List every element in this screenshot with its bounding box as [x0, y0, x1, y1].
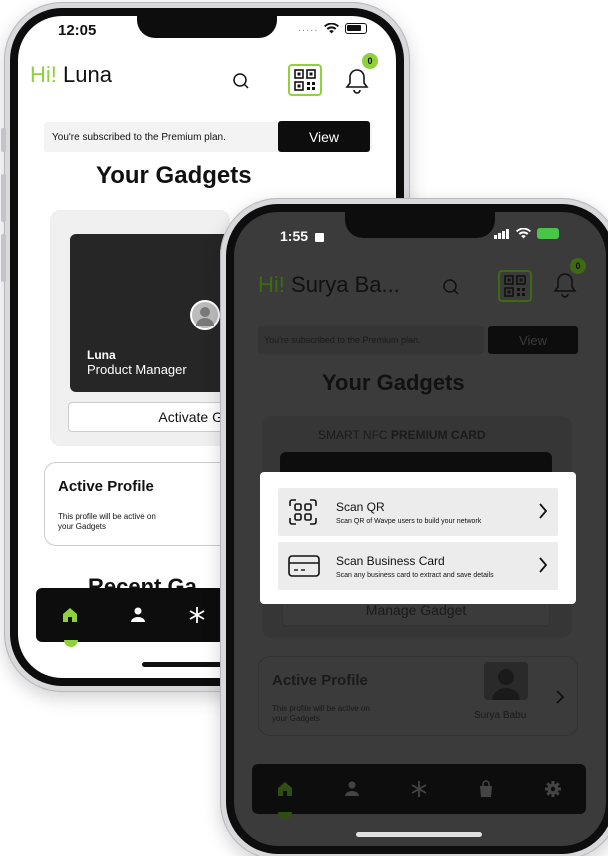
active-profile-description: This profile will be active on your Gadg…: [58, 512, 156, 532]
search-icon[interactable]: [228, 68, 254, 94]
signal-icon: [494, 228, 509, 239]
chevron-right-icon[interactable]: [552, 686, 568, 708]
activate-gadget-button[interactable]: Activate G: [68, 402, 230, 432]
greeting-hi: Hi!: [30, 62, 57, 87]
home-icon: [63, 608, 77, 622]
user-icon: [345, 781, 360, 796]
screen-record-icon: [314, 232, 324, 242]
battery-charging-icon: [537, 228, 559, 239]
status-icons: [494, 228, 559, 239]
card-name: Luna: [87, 348, 116, 362]
status-time: 1:55: [280, 228, 324, 244]
nav-connect[interactable]: [172, 588, 222, 642]
home-indicator: [142, 662, 230, 667]
scan-business-card-description: Scan any business card to extract and sa…: [336, 571, 494, 579]
view-plan-button[interactable]: View: [488, 326, 578, 354]
qr-code-icon[interactable]: [498, 270, 532, 302]
volume-up-button: [1, 174, 6, 222]
business-card-icon: [288, 555, 320, 577]
snowflake-icon: [189, 607, 205, 623]
nav-shop[interactable]: [477, 780, 495, 798]
mute-switch: [1, 128, 6, 152]
scan-business-card-option[interactable]: Scan Business Card Scan any business car…: [278, 542, 558, 590]
search-icon[interactable]: [440, 276, 462, 298]
home-icon: [278, 782, 293, 796]
active-profile-card[interactable]: [44, 462, 234, 546]
greeting: Hi! Surya Ba...: [258, 272, 400, 298]
scan-qr-description: Scan QR of Wavpe users to build your net…: [336, 517, 482, 525]
nav-settings[interactable]: [544, 780, 562, 798]
notch: [137, 16, 277, 38]
nav-home[interactable]: [36, 588, 104, 642]
user-icon: [131, 607, 145, 622]
wifi-icon: [516, 228, 531, 239]
volume-down-button: [1, 234, 6, 282]
bottom-nav: [252, 764, 586, 814]
snowflake-icon: [411, 781, 427, 797]
avatar: [190, 300, 220, 330]
active-profile-title: Active Profile: [272, 672, 368, 689]
scan-business-card-title: Scan Business Card: [336, 553, 445, 568]
chevron-right-icon: [539, 557, 548, 573]
bag-icon: [479, 780, 492, 797]
greeting-hi: Hi!: [258, 272, 285, 297]
bottom-nav: [36, 588, 230, 642]
nav-profile[interactable]: [104, 588, 172, 642]
notification-badge: 0: [570, 258, 586, 274]
subscription-text: You're subscribed to the Premium plan.: [264, 335, 421, 345]
greeting-name: Luna: [63, 62, 112, 87]
scan-qr-option[interactable]: Scan QR Scan QR of Wavpe users to build …: [278, 488, 558, 536]
card-role: Product Manager: [87, 362, 187, 377]
profile-name: Surya Babu: [474, 710, 527, 721]
view-plan-button[interactable]: View: [278, 121, 370, 152]
gear-icon: [544, 781, 561, 797]
section-title: Your Gadgets: [322, 370, 465, 395]
gadget-card[interactable]: [280, 452, 552, 472]
chevron-right-icon: [539, 503, 548, 519]
section-title: Your Gadgets: [96, 162, 252, 189]
status-time: 12:05: [58, 22, 97, 39]
nav-connect[interactable]: [410, 780, 428, 798]
notification-badge: 0: [362, 53, 378, 69]
qr-code-icon[interactable]: [288, 64, 322, 96]
subscription-text: You're subscribed to the Premium plan.: [52, 131, 226, 143]
active-profile-title: Active Profile: [58, 478, 154, 495]
home-indicator: [356, 832, 482, 837]
card-type-label: SMART NFC PREMIUM CARD: [318, 428, 486, 442]
profile-avatar: [484, 662, 528, 700]
nav-home[interactable]: [276, 780, 294, 798]
status-icons: .....: [298, 22, 368, 34]
signal-dots-icon: .....: [298, 22, 319, 34]
subscription-bar: You're subscribed to the Premium plan.: [258, 326, 484, 354]
greeting: Hi! Luna: [30, 62, 112, 88]
greeting-name: Surya Ba...: [291, 272, 400, 297]
scan-options-popup: Scan QR Scan QR of Wavpe users to build …: [260, 472, 576, 604]
wifi-icon: [324, 22, 340, 33]
battery-icon: [345, 22, 368, 34]
nav-profile[interactable]: [343, 780, 361, 798]
active-profile-description: This profile will be active on your Gadg…: [272, 704, 370, 724]
notch: [345, 212, 495, 238]
bell-icon[interactable]: [340, 64, 374, 98]
scan-qr-icon: [289, 499, 317, 525]
scan-qr-title: Scan QR: [336, 499, 385, 514]
